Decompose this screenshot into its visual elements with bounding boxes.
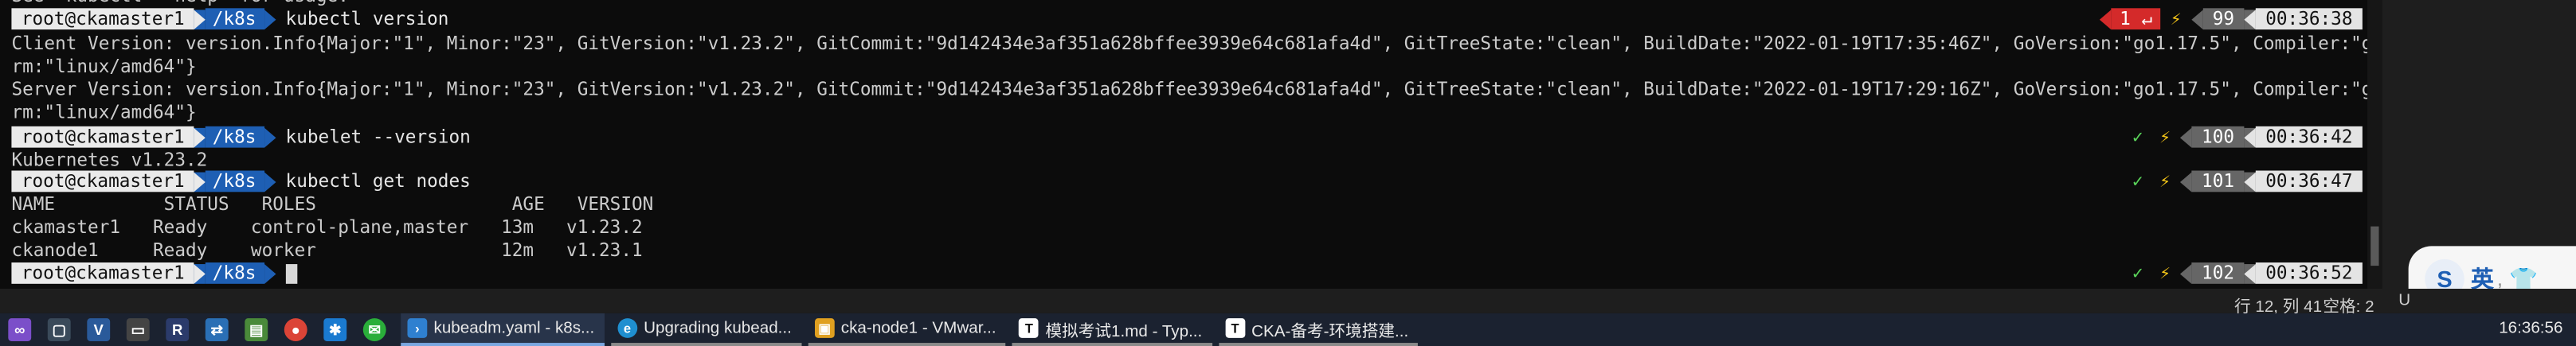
prompt-line: root@ckamaster1 /k8s kubectl version	[11, 8, 449, 30]
right-prompt: ✓ ⚡ 102 00:36:52	[2132, 262, 2363, 284]
wechat-icon[interactable]: ✉	[362, 318, 386, 341]
prompt-user: root@ckamaster1	[11, 8, 195, 30]
terminal-icon[interactable]: ▭	[126, 318, 150, 341]
taskbar-app-label: CKA-备考-环境搭建...	[1251, 322, 1409, 340]
taskbar-app-label: cka-node1 - VMwar...	[840, 319, 996, 337]
notepad-icon[interactable]: ▤	[245, 318, 268, 341]
terminal-window[interactable]: See 'kubectl --help' for usage. root@cka…	[0, 0, 2382, 289]
vscode-alt-icon[interactable]: V	[87, 318, 111, 341]
encoding-label[interactable]: U	[2398, 292, 2410, 310]
vscode-icon: ›	[407, 318, 428, 338]
prompt-line: root@ckamaster1 /k8s	[11, 262, 297, 284]
prompt-time: 00:36:38	[2255, 8, 2363, 30]
chrome-icon[interactable]: ●	[284, 318, 307, 341]
taskbar: ∞ ▢ V ▭ R ⇄ ▤ ● ✱ ✉ › kubeadm.yaml - k8s…	[0, 313, 2576, 346]
app-icon-2[interactable]: ▢	[47, 318, 71, 341]
prompt-user: root@ckamaster1	[11, 170, 195, 192]
prompt-user: root@ckamaster1	[11, 126, 195, 148]
prompt-dir: /k8s	[206, 8, 264, 30]
taskbar-app-typora-2[interactable]: T CKA-备考-环境搭建...	[1218, 313, 1419, 346]
success-check-icon: ✓	[2132, 170, 2143, 192]
bolt-icon: ⚡	[2159, 262, 2171, 284]
prompt-time: 00:36:47	[2255, 170, 2363, 192]
command-text: kubectl version	[285, 8, 449, 30]
typora-icon: T	[1019, 318, 1039, 338]
right-prompt: ✓ ⚡ 101 00:36:47	[2132, 170, 2363, 192]
prompt-time: 00:36:42	[2255, 126, 2363, 148]
history-number: 99	[2202, 8, 2245, 30]
rdp-icon[interactable]: R	[166, 318, 190, 341]
scrollbar-thumb[interactable]	[2370, 226, 2379, 266]
taskbar-app-edge[interactable]: e Upgrading kubead...	[610, 313, 802, 346]
prompt-line: root@ckamaster1 /k8s kubelet --version	[11, 126, 471, 148]
taskbar-app-label: Upgrading kubead...	[644, 319, 792, 337]
prompt-user: root@ckamaster1	[11, 262, 195, 284]
table-row: ckamaster1 Ready control-plane,master 13…	[11, 216, 643, 239]
punctuation-icon: ,	[2497, 267, 2503, 291]
prompt-line: root@ckamaster1 /k8s kubectl get nodes	[11, 170, 471, 192]
visual-studio-icon[interactable]: ∞	[8, 318, 32, 341]
taskbar-app-vscode[interactable]: › kubeadm.yaml - k8s...	[401, 313, 605, 346]
taskbar-app-vmware[interactable]: ▣ cka-node1 - VMwar...	[808, 313, 1007, 346]
star-app-icon[interactable]: ✱	[323, 318, 347, 341]
prompt-dir: /k8s	[206, 126, 264, 148]
history-number: 101	[2191, 170, 2245, 192]
table-row: ckanode1 Ready worker 12m v1.23.1	[11, 239, 643, 261]
prompt-dir: /k8s	[206, 170, 264, 192]
bolt-icon: ⚡	[2159, 126, 2171, 148]
right-prompt: 1 ↵ ⚡ 99 00:36:38	[2100, 8, 2363, 30]
output-line: Server Version: version.Info{Major:"1", …	[11, 79, 2382, 100]
output-line: rm:"linux/amd64"}	[11, 101, 197, 123]
right-prompt: ✓ ⚡ 100 00:36:42	[2132, 126, 2363, 148]
table-header-row: NAME STATUS ROLES AGE VERSION	[11, 193, 654, 216]
error-status-badge: 1 ↵	[2111, 8, 2161, 30]
remote-icon[interactable]: ⇄	[205, 318, 229, 341]
typora-icon: T	[1225, 318, 1245, 338]
bolt-icon: ⚡	[2170, 8, 2182, 30]
history-number: 100	[2191, 126, 2245, 148]
output-line: rm:"linux/amd64"}	[11, 56, 197, 77]
vmware-icon: ▣	[814, 318, 835, 338]
taskbar-app-label: kubeadm.yaml - k8s...	[433, 319, 595, 337]
taskbar-app-typora-1[interactable]: T 模拟考试1.md - Typ...	[1012, 313, 1212, 346]
text-cursor[interactable]	[285, 263, 297, 283]
bolt-icon: ⚡	[2159, 170, 2171, 192]
status-bar: 行 12, 列 41 空格: 2 U	[0, 289, 2576, 317]
prompt-dir: /k8s	[206, 262, 264, 284]
success-check-icon: ✓	[2132, 262, 2143, 284]
command-text: kubectl get nodes	[285, 170, 471, 192]
success-check-icon: ✓	[2132, 126, 2143, 148]
output-line: Client Version: version.Info{Major:"1", …	[11, 33, 2382, 55]
output-line: Kubernetes v1.23.2	[11, 149, 208, 171]
taskbar-clock[interactable]: 16:36:56	[2499, 320, 2562, 338]
prompt-time: 00:36:52	[2255, 262, 2363, 284]
output-line: See 'kubectl --help' for usage.	[11, 0, 348, 8]
taskbar-app-label: 模拟考试1.md - Typ...	[1045, 322, 1203, 340]
edge-icon: e	[617, 318, 637, 338]
command-text: kubelet --version	[285, 126, 471, 148]
history-number: 102	[2191, 262, 2245, 284]
terminal-scrollbar[interactable]	[2367, 0, 2382, 289]
